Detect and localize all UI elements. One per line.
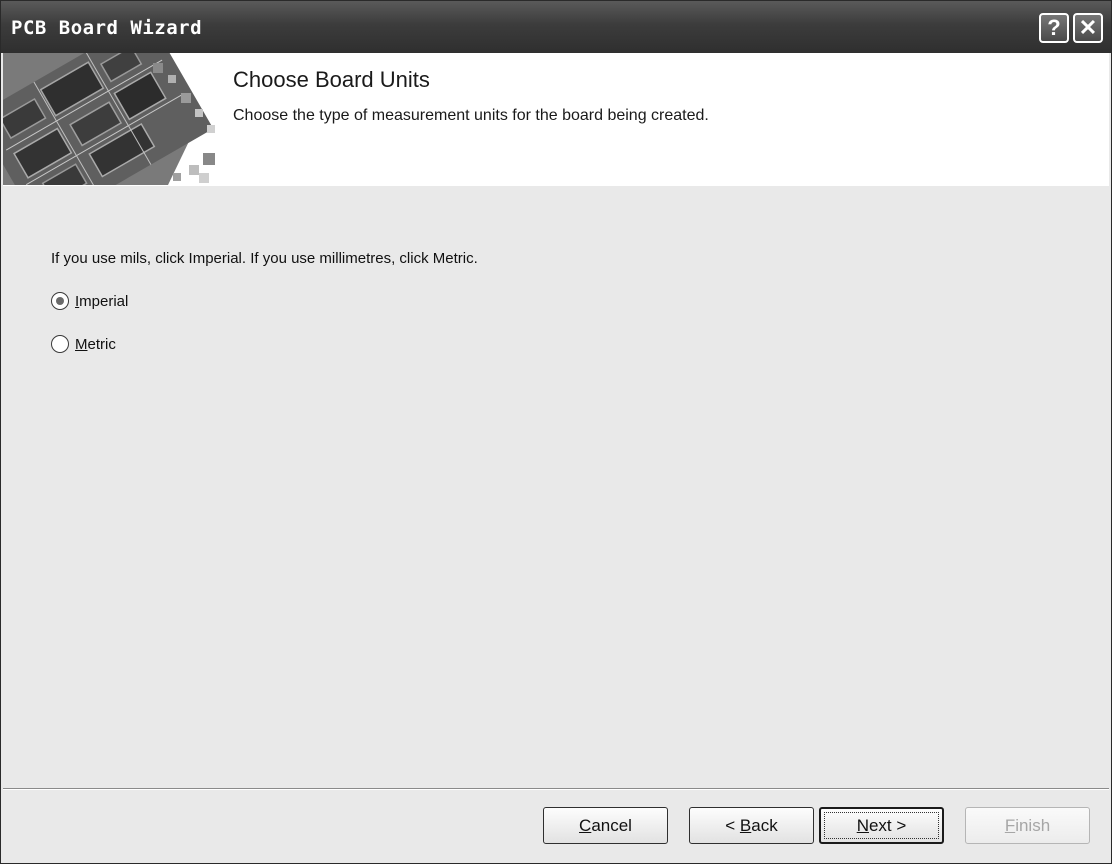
pcb-circuit-board-image bbox=[3, 53, 217, 185]
help-button[interactable]: ? bbox=[1039, 13, 1069, 43]
cancel-button[interactable]: Cancel bbox=[543, 807, 668, 844]
next-button[interactable]: Next > bbox=[819, 807, 944, 844]
wizard-content: If you use mils, click Imperial. If you … bbox=[3, 186, 1109, 788]
metric-label[interactable]: Metric bbox=[75, 336, 116, 353]
units-prompt: If you use mils, click Imperial. If you … bbox=[51, 250, 478, 267]
wizard-header: Choose Board Units Choose the type of me… bbox=[3, 53, 1109, 186]
metric-radio-circle[interactable] bbox=[51, 335, 69, 353]
radio-selected-dot bbox=[56, 297, 64, 305]
imperial-radio-circle[interactable] bbox=[51, 292, 69, 310]
metric-radio[interactable]: Metric bbox=[51, 335, 116, 353]
page-subtitle: Choose the type of measurement units for… bbox=[233, 107, 709, 124]
imperial-radio[interactable]: Imperial bbox=[51, 292, 128, 310]
close-button[interactable]: ✕ bbox=[1073, 13, 1103, 43]
help-icon: ? bbox=[1047, 15, 1061, 40]
close-icon: ✕ bbox=[1078, 15, 1098, 40]
pcb-board-wizard-dialog: PCB Board Wizard ? ✕ Choose Board Units … bbox=[0, 0, 1112, 864]
title-bar[interactable]: PCB Board Wizard ? ✕ bbox=[1, 1, 1111, 53]
imperial-label[interactable]: Imperial bbox=[75, 293, 128, 310]
finish-button: Finish bbox=[965, 807, 1090, 844]
window-title: PCB Board Wizard bbox=[11, 17, 203, 39]
focus-rectangle bbox=[824, 812, 939, 839]
page-title: Choose Board Units bbox=[233, 67, 430, 92]
back-button[interactable]: < Back bbox=[689, 807, 814, 844]
footer-divider-highlight bbox=[3, 789, 1109, 790]
